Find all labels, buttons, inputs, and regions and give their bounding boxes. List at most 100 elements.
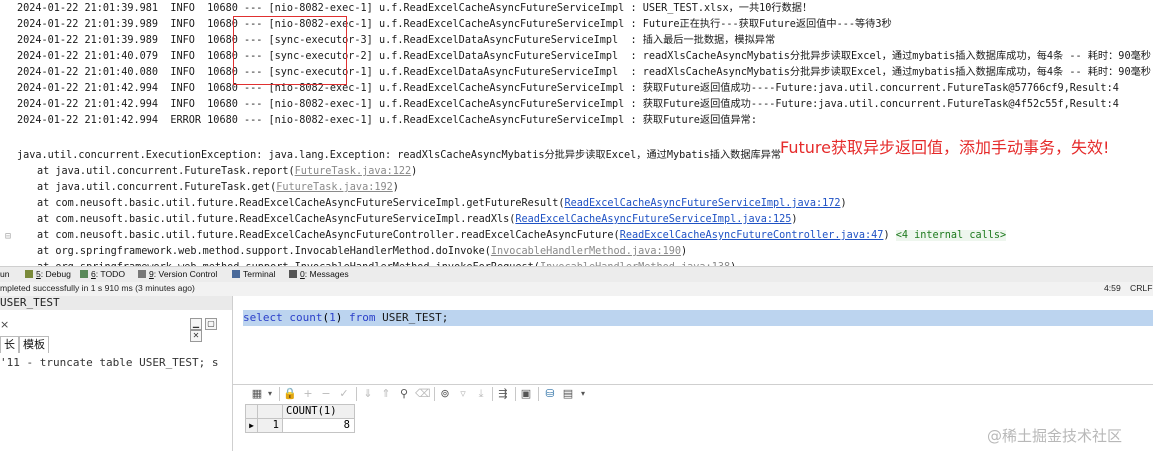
toolwindow-label: : Debug bbox=[40, 269, 71, 279]
export-icon[interactable]: ⇶ bbox=[496, 387, 510, 401]
add-icon[interactable]: + bbox=[301, 387, 315, 401]
log-logger: u.f.ReadExcelCacheAsyncFutureServiceImpl bbox=[378, 99, 625, 110]
close-window-icon[interactable]: ✕ bbox=[190, 330, 202, 342]
pane-tabs: 长模板 bbox=[0, 336, 49, 353]
toolwindow-icon bbox=[80, 270, 88, 278]
lock-icon[interactable]: 🔒 bbox=[283, 387, 297, 401]
source-link[interactable]: ReadExcelCacheAsyncFutureController.java… bbox=[620, 230, 884, 241]
log-colon: : bbox=[630, 115, 637, 126]
log-line: 2024-01-22 21:01:42.994 ERROR 10680 --- … bbox=[17, 113, 757, 129]
history-entry[interactable]: '11 - truncate table USER_TEST; s bbox=[0, 356, 219, 369]
fetch-next-icon[interactable]: ▿ bbox=[456, 387, 470, 401]
stack-frame-close: ) bbox=[681, 246, 688, 257]
toolwindow-label: Terminal bbox=[243, 269, 276, 279]
post-icon[interactable]: ✓ bbox=[337, 387, 351, 401]
cursor-position[interactable]: 4:59 bbox=[1104, 283, 1121, 293]
stack-frame-text: at com.neusoft.basic.util.future.ReadExc… bbox=[37, 198, 565, 209]
thread-highlight-box bbox=[233, 16, 347, 85]
fetch-icon[interactable]: ⊚ bbox=[438, 387, 452, 401]
chart-icon[interactable]: ▤ bbox=[561, 387, 575, 401]
tab-template[interactable]: 模板 bbox=[19, 336, 49, 353]
watermark: @稀土掘金技术社区 bbox=[987, 427, 1123, 445]
log-message: 获取Future返回值成功----Future:java.util.concur… bbox=[642, 99, 1119, 110]
toolwindow-tab[interactable]: 6: TODO bbox=[80, 269, 125, 279]
column-header[interactable]: COUNT(1) bbox=[282, 404, 355, 419]
stack-frame-close: ) bbox=[392, 182, 399, 193]
log-logger: u.f.ReadExcelCacheAsyncFutureServiceImpl bbox=[378, 3, 625, 14]
clear-icon[interactable]: ⌫ bbox=[415, 387, 431, 401]
log-logger: u.f.ReadExcelDataAsyncFutureServiceImpl bbox=[378, 35, 625, 46]
remove-icon[interactable]: − bbox=[319, 387, 333, 401]
toolwindow-tab[interactable]: 0: Messages bbox=[289, 269, 349, 279]
grid-view-icon[interactable]: ▦ bbox=[250, 387, 264, 401]
sort-up-icon[interactable]: ⇑ bbox=[379, 387, 393, 401]
internal-calls-hint[interactable]: <4 internal calls> bbox=[895, 230, 1007, 241]
log-timestamp: 2024-01-22 21:01:42.994 bbox=[17, 83, 159, 94]
stack-frame: at org.springframework.web.method.suppor… bbox=[37, 244, 687, 260]
log-level: INFO bbox=[170, 83, 202, 94]
pane-controls: ▁ ▢✕ bbox=[190, 318, 232, 342]
log-message: USER_TEST.xlsx，一共10行数据！ bbox=[642, 3, 813, 14]
status-message: mpleted successfully in 1 s 910 ms (3 mi… bbox=[0, 283, 195, 293]
exception-line: java.util.concurrent.ExecutionException:… bbox=[17, 150, 782, 161]
log-thread: [nio-8082-exec-1] bbox=[268, 3, 373, 14]
sql-history-pane: USER_TEST × ▁ ▢✕ 长模板 '11 - truncate table… bbox=[0, 296, 233, 451]
sql-keyword: from bbox=[349, 311, 376, 324]
toolwindow-tab[interactable]: Terminal bbox=[232, 269, 275, 279]
source-link[interactable]: ReadExcelCacheAsyncFutureServiceImpl.jav… bbox=[564, 198, 840, 209]
toolwindow-tab[interactable]: 9: Version Control bbox=[138, 269, 217, 279]
log-timestamp: 2024-01-22 21:01:40.080 bbox=[17, 67, 159, 78]
source-link[interactable]: FutureTask.java:122 bbox=[295, 166, 412, 177]
status-bar: mpleted successfully in 1 s 910 ms (3 mi… bbox=[0, 282, 1153, 297]
log-timestamp: 2024-01-22 21:01:42.994 bbox=[17, 99, 159, 110]
dropdown-icon[interactable]: ▾ bbox=[263, 387, 277, 401]
stack-frame: at com.neusoft.basic.util.future.ReadExc… bbox=[37, 228, 1007, 244]
toolwindow-label: : TODO bbox=[95, 269, 126, 279]
toolwindow-icon bbox=[25, 270, 33, 278]
log-timestamp: 2024-01-22 21:01:39.981 bbox=[17, 3, 159, 14]
dropdown-icon[interactable]: ▾ bbox=[576, 387, 590, 401]
log-colon: : bbox=[630, 67, 637, 78]
log-message: readXlsCacheAsyncMybatis分批异步读取Excel，通过my… bbox=[642, 51, 1151, 62]
log-line: 2024-01-22 21:01:40.080 INFO 10680 --- [… bbox=[17, 65, 1151, 81]
save-icon[interactable]: ▣ bbox=[519, 387, 533, 401]
stack-frame: at java.util.concurrent.FutureTask.get(F… bbox=[37, 180, 399, 196]
log-message: 获取Future返回值异常: bbox=[642, 115, 757, 126]
toolwindow-tab[interactable]: un bbox=[0, 269, 10, 279]
log-level: INFO bbox=[170, 67, 202, 78]
sql-editor[interactable]: select count(1) from USER_TEST; bbox=[233, 296, 1153, 385]
source-link[interactable]: InvocableHandlerMethod.java:190 bbox=[491, 246, 681, 257]
log-level: INFO bbox=[170, 3, 202, 14]
cell-value[interactable]: 8 bbox=[282, 418, 355, 433]
tab-0[interactable]: 长 bbox=[0, 336, 19, 353]
sql-table: USER_TEST; bbox=[382, 311, 449, 324]
minimize-icon[interactable]: ▁ bbox=[190, 318, 202, 330]
log-message: Future正在执行---获取Future返回值中---等待3秒 bbox=[642, 19, 892, 30]
close-icon[interactable]: × bbox=[0, 318, 9, 331]
source-link[interactable]: FutureTask.java:192 bbox=[276, 182, 393, 193]
fold-icon: ⊟ bbox=[5, 231, 12, 242]
pane-title: USER_TEST bbox=[0, 296, 232, 310]
log-thread: [nio-8082-exec-1] bbox=[268, 99, 373, 110]
toolwindow-tab[interactable]: 5: Debug bbox=[25, 269, 71, 279]
source-link[interactable]: ReadExcelCacheAsyncFutureServiceImpl.jav… bbox=[515, 214, 791, 225]
sql-statement[interactable]: select count(1) from USER_TEST; bbox=[243, 310, 1153, 326]
toolwindow-icon bbox=[138, 270, 146, 278]
database-icon[interactable]: ⛁ bbox=[543, 387, 557, 401]
stack-frame: at java.util.concurrent.FutureTask.repor… bbox=[37, 164, 417, 180]
stack-frame-text: at java.util.concurrent.FutureTask.get( bbox=[37, 182, 277, 193]
log-line: 2024-01-22 21:01:39.989 INFO 10680 --- [… bbox=[17, 17, 892, 33]
sql-keyword: select bbox=[243, 311, 283, 324]
log-message: 获取Future返回值成功----Future:java.util.concur… bbox=[642, 83, 1119, 94]
log-message: 插入最后一批数据，模拟异常 bbox=[642, 35, 776, 46]
find-icon[interactable]: ⚲ bbox=[397, 387, 411, 401]
log-thread: [nio-8082-exec-1] bbox=[268, 115, 373, 126]
sort-down-icon[interactable]: ⇓ bbox=[361, 387, 375, 401]
log-line: 2024-01-22 21:01:39.989 INFO 10680 --- [… bbox=[17, 33, 775, 49]
line-separator[interactable]: CRLF bbox=[1130, 283, 1152, 293]
restore-icon[interactable]: ▢ bbox=[205, 318, 217, 330]
toolwindow-icon bbox=[289, 270, 297, 278]
stack-frame-text: at java.util.concurrent.FutureTask.repor… bbox=[37, 166, 295, 177]
fetch-last-icon[interactable]: ⤓ bbox=[474, 387, 488, 401]
stack-frame-close: ) bbox=[791, 214, 798, 225]
